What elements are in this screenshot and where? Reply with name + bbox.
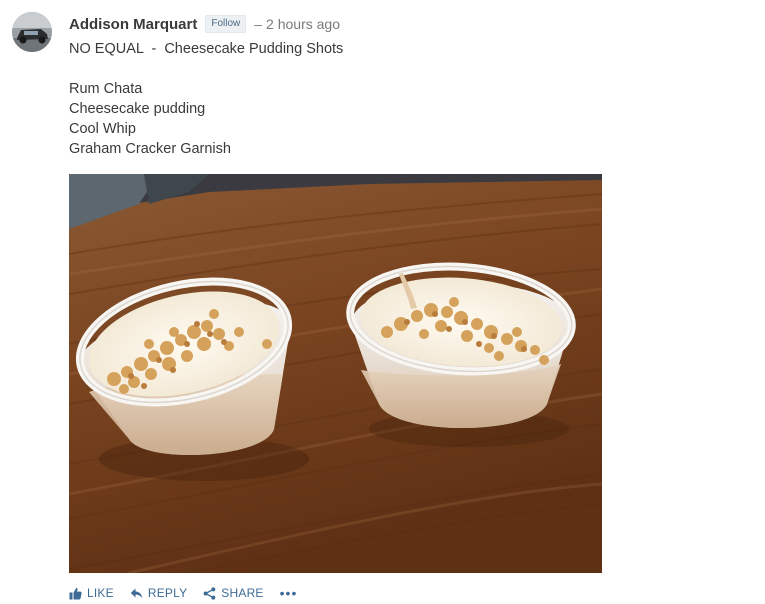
action-bar: LIKE REPLY SHARE ••• xyxy=(69,584,297,602)
like-label: LIKE xyxy=(87,586,114,600)
like-button[interactable]: LIKE xyxy=(69,586,114,600)
ingredient-line: Cheesecake pudding xyxy=(69,101,206,117)
thumbs-up-icon xyxy=(69,587,82,600)
ingredient-line: Graham Cracker Garnish xyxy=(69,141,231,157)
avatar[interactable] xyxy=(12,12,52,52)
reply-arrow-icon xyxy=(130,587,143,600)
share-button[interactable]: SHARE xyxy=(203,586,263,600)
post-title-line: NO EQUAL - Cheesecake Pudding Shots xyxy=(69,41,344,57)
reply-label: REPLY xyxy=(147,586,188,600)
more-options-button[interactable]: ••• xyxy=(279,585,298,601)
post-photo[interactable] xyxy=(69,174,602,573)
ingredient-line: Rum Chata xyxy=(69,81,143,97)
post-header: Addison Marquart Follow – 2 hours ago xyxy=(69,14,340,34)
follow-button[interactable]: Follow xyxy=(205,15,247,33)
post-body: NO EQUAL - Cheesecake Pudding Shots Rum … xyxy=(69,39,343,159)
share-label: SHARE xyxy=(221,586,264,600)
reply-button[interactable]: REPLY xyxy=(130,586,187,600)
share-icon xyxy=(203,586,216,600)
meta-separator: – xyxy=(254,16,263,32)
author-name[interactable]: Addison Marquart xyxy=(69,16,197,33)
more-dots-icon: ••• xyxy=(279,585,298,601)
ingredient-line: Cool Whip xyxy=(69,121,136,137)
comment-post: Addison Marquart Follow – 2 hours ago NO… xyxy=(0,0,765,604)
post-timestamp[interactable]: 2 hours ago xyxy=(266,16,340,32)
